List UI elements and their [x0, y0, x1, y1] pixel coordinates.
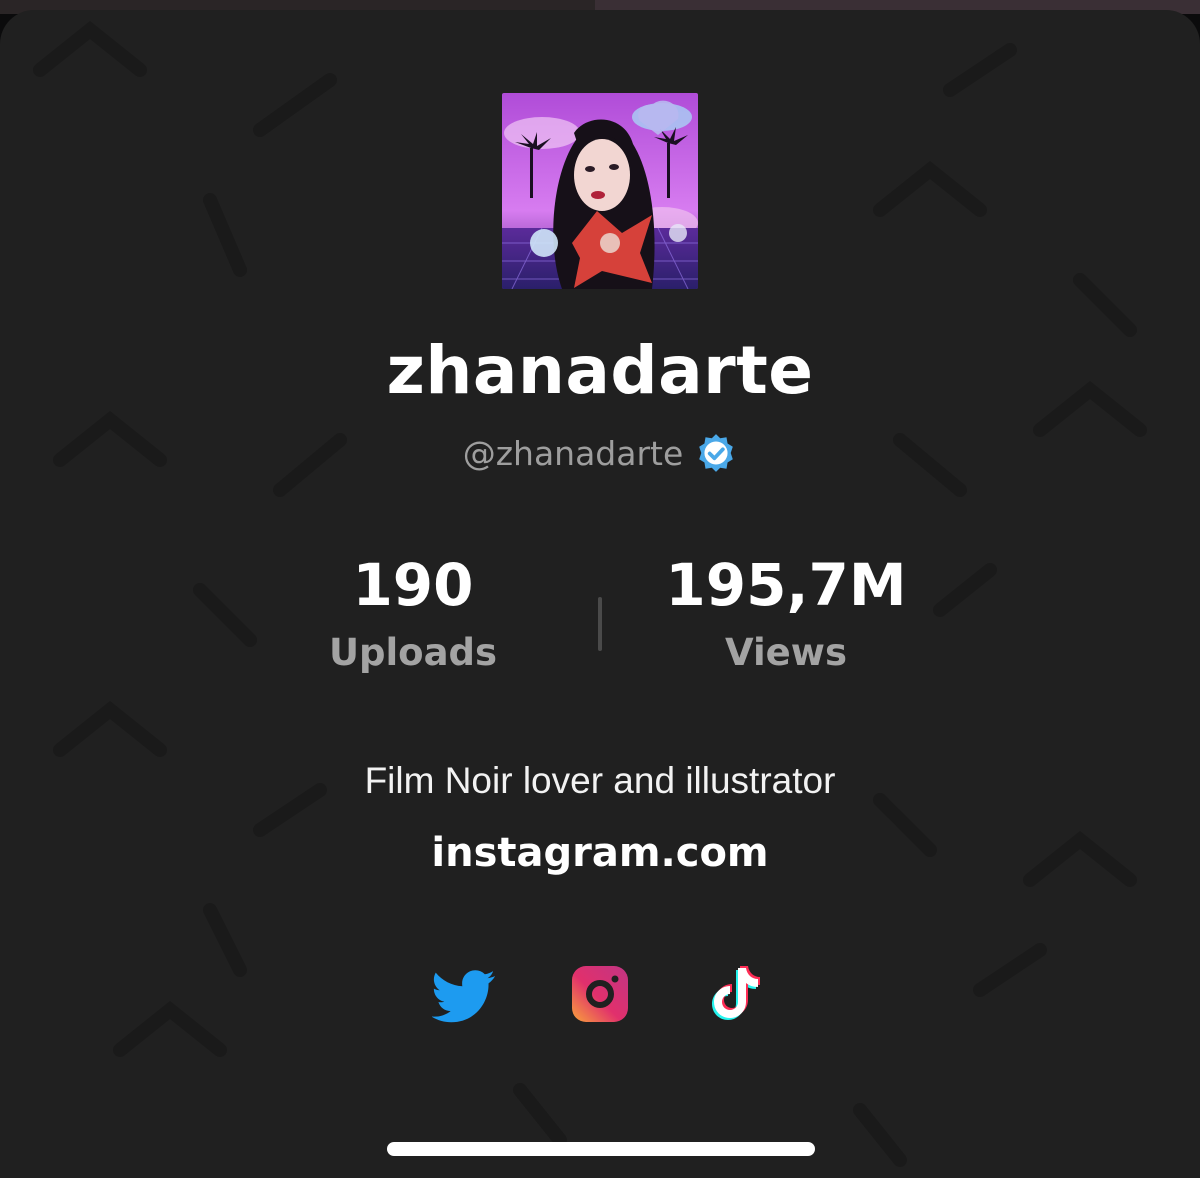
views-label: Views [725, 631, 847, 674]
views-stat: 195,7M Views [636, 548, 936, 678]
tiktok-link[interactable] [702, 962, 766, 1026]
uploads-count: 190 [352, 551, 474, 619]
profile-bio: Film Noir lover and illustrator [364, 760, 836, 801]
instagram-link[interactable] [568, 962, 632, 1026]
username-handle: @zhanadarte [462, 433, 684, 473]
avatar-image [502, 93, 698, 289]
uploads-stat: 190 Uploads [263, 548, 563, 678]
avatar[interactable] [502, 93, 698, 289]
profile-sheet: zhanadarte @zhanadarte 190 Uploads 195,7… [0, 10, 1200, 1178]
verified-badge-icon [699, 434, 734, 472]
handle-row: @zhanadarte [0, 428, 1200, 478]
tiktok-icon [712, 966, 760, 1020]
stats-divider [598, 597, 602, 651]
views-count: 195,7M [665, 551, 907, 619]
profile-link[interactable]: instagram.com [0, 830, 1200, 876]
instagram-icon [572, 966, 628, 1022]
twitter-icon [431, 970, 495, 1023]
social-links [430, 962, 770, 1026]
home-indicator[interactable] [387, 1142, 815, 1156]
display-name: zhanadarte [386, 332, 814, 409]
uploads-label: Uploads [328, 631, 498, 674]
twitter-link[interactable] [431, 962, 496, 1026]
